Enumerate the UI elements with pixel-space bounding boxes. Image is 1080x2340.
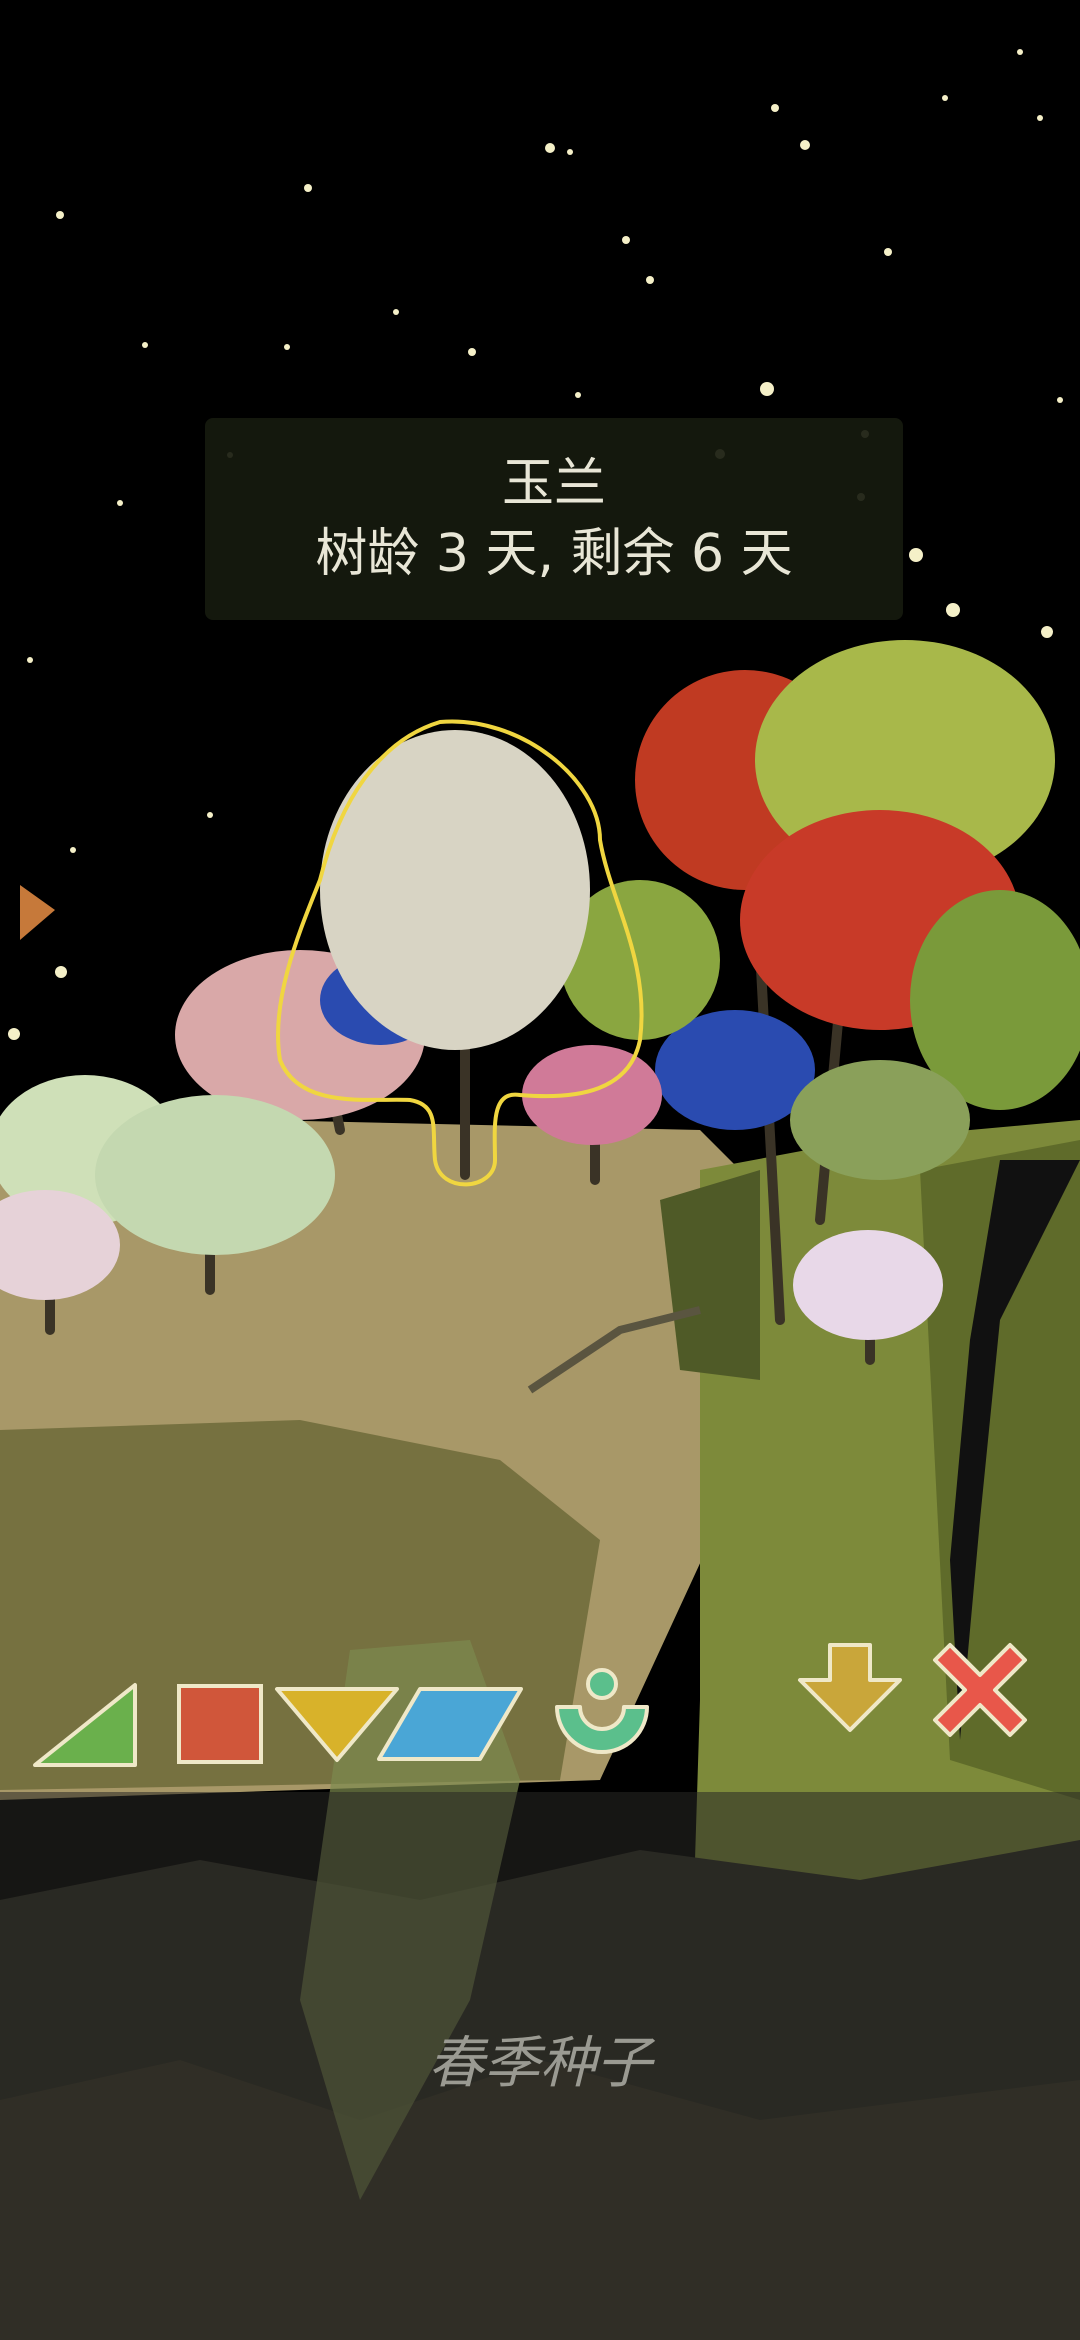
blue-parallelogram-icon[interactable]	[375, 1685, 525, 1763]
tree-name: 玉兰	[501, 454, 606, 514]
seed-toolbar	[0, 1640, 1080, 1780]
down-arrow-icon[interactable]	[795, 1640, 905, 1735]
tree-age-text: 树龄 3 天, 剩余 6 天	[315, 524, 793, 584]
seed-bowl-icon[interactable]	[552, 1662, 652, 1767]
magnolia-tree	[320, 730, 590, 1050]
close-x-icon[interactable]	[930, 1640, 1030, 1740]
tree-info-card: 玉兰 树龄 3 天, 剩余 6 天	[205, 418, 903, 620]
red-square-icon[interactable]	[175, 1682, 265, 1767]
green-triangle-icon[interactable]	[30, 1680, 140, 1770]
seed-category-label: 春季种子	[428, 2031, 652, 2096]
